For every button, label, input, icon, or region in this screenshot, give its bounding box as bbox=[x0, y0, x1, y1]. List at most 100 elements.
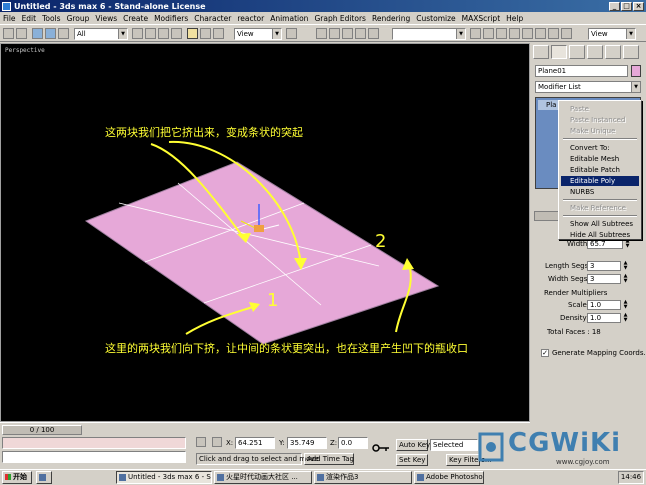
layer-manager-icon[interactable] bbox=[342, 28, 353, 39]
teapot-render-icon[interactable] bbox=[522, 28, 533, 39]
select-and-move-icon[interactable] bbox=[187, 28, 198, 39]
perspective-viewport[interactable]: Perspective 这两块我们把它挤出来，变成条状的突起 这里的两块我们向下… bbox=[0, 43, 530, 422]
select-and-scale-icon[interactable] bbox=[213, 28, 224, 39]
density-spinner[interactable]: 1.0 bbox=[587, 313, 621, 323]
menu-item-editable-poly[interactable]: Editable Poly bbox=[561, 176, 639, 186]
menu-tools[interactable]: Tools bbox=[42, 14, 60, 23]
menu-rendering[interactable]: Rendering bbox=[372, 14, 410, 23]
z-coord-field[interactable]: 0.0 bbox=[338, 437, 368, 449]
select-object-icon[interactable] bbox=[132, 28, 143, 39]
task-browser[interactable]: 火星时代动画大社区 ... bbox=[214, 471, 312, 484]
start-button[interactable]: 开始 bbox=[2, 471, 32, 484]
quick-render-icon[interactable] bbox=[496, 28, 507, 39]
scale-spinner[interactable]: 1.0 bbox=[587, 300, 621, 310]
menu-group[interactable]: Group bbox=[67, 14, 90, 23]
undo-icon[interactable] bbox=[3, 28, 14, 39]
menu-item-make-reference[interactable]: Make Reference bbox=[561, 203, 639, 213]
x-coord-field[interactable]: 64.251 bbox=[235, 437, 275, 449]
maxscript-listener-field[interactable] bbox=[2, 437, 186, 449]
spinner-arrows-icon[interactable]: ▲ ▼ bbox=[624, 239, 631, 249]
select-link-icon[interactable] bbox=[32, 28, 43, 39]
quick-launch-icon[interactable] bbox=[36, 471, 52, 484]
spinner-arrows-icon[interactable]: ▲ ▼ bbox=[622, 274, 629, 284]
window-crossing-icon[interactable] bbox=[171, 28, 182, 39]
modify-tab-icon[interactable] bbox=[551, 45, 567, 59]
system-tray-clock[interactable]: 14:46 bbox=[618, 471, 644, 484]
spinner-arrows-icon[interactable]: ▲ ▼ bbox=[622, 261, 629, 271]
lock-selection-icon[interactable] bbox=[196, 437, 206, 447]
length-segs-spinner[interactable]: 3 bbox=[587, 261, 621, 271]
activeshade-icon[interactable] bbox=[535, 28, 546, 39]
y-coord-field[interactable]: 35.749 bbox=[287, 437, 327, 449]
menu-help[interactable]: Help bbox=[506, 14, 523, 23]
object-name-field[interactable]: Plane01 bbox=[535, 65, 628, 77]
key-icon[interactable] bbox=[372, 443, 390, 455]
unlink-icon[interactable] bbox=[45, 28, 56, 39]
redo-icon[interactable] bbox=[16, 28, 27, 39]
spinner-arrows-icon[interactable]: ▲ ▼ bbox=[622, 300, 629, 310]
menu-item-show-all-subtrees[interactable]: Show All Subtrees bbox=[561, 219, 639, 229]
plane-mesh[interactable] bbox=[84, 161, 440, 345]
time-slider[interactable]: 0 / 100 bbox=[0, 422, 530, 436]
menu-item-editable-patch[interactable]: Editable Patch bbox=[561, 165, 639, 175]
schematic-view-icon[interactable] bbox=[368, 28, 379, 39]
key-filters-button[interactable]: Key Filters... bbox=[446, 454, 492, 466]
selected-dropdown[interactable]: Selected bbox=[430, 439, 478, 451]
menu-item-editable-mesh[interactable]: Editable Mesh bbox=[561, 154, 639, 164]
menu-item-paste-instanced[interactable]: Paste Instanced bbox=[561, 115, 639, 125]
render-last-icon[interactable] bbox=[548, 28, 559, 39]
minimize-button[interactable]: _ bbox=[609, 1, 620, 11]
pivot-center-icon[interactable] bbox=[286, 28, 297, 39]
add-time-tag-button[interactable]: Add Time Tag bbox=[304, 453, 354, 465]
absolute-mode-icon[interactable] bbox=[212, 437, 222, 447]
mirror-icon[interactable] bbox=[316, 28, 327, 39]
menu-animation[interactable]: Animation bbox=[270, 14, 308, 23]
width-segs-spinner[interactable]: 3 bbox=[587, 274, 621, 284]
set-key-button[interactable]: Set Key bbox=[396, 454, 428, 466]
modifier-list-dropdown[interactable]: Modifier List ▼ bbox=[535, 81, 641, 93]
utilities-tab-icon[interactable] bbox=[623, 45, 639, 59]
menu-item-nurbs[interactable]: NURBS bbox=[561, 187, 639, 197]
select-and-rotate-icon[interactable] bbox=[200, 28, 211, 39]
select-by-name-icon[interactable] bbox=[145, 28, 156, 39]
create-tab-icon[interactable] bbox=[533, 45, 549, 59]
menu-views[interactable]: Views bbox=[95, 14, 117, 23]
named-selection-dropdown[interactable]: ▼ bbox=[392, 28, 466, 40]
width-spinner[interactable]: 65.7 bbox=[587, 239, 623, 249]
task-folder[interactable]: 渲染作品3 bbox=[314, 471, 412, 484]
render-viewport-dropdown[interactable]: View ▼ bbox=[588, 28, 636, 40]
menu-reactor[interactable]: reactor bbox=[237, 14, 264, 23]
rectangle-selection-icon[interactable] bbox=[158, 28, 169, 39]
material-editor-icon[interactable] bbox=[470, 28, 481, 39]
menu-item-paste[interactable]: Paste bbox=[561, 104, 639, 114]
generate-mapping-checkbox[interactable]: ✓ bbox=[541, 349, 549, 357]
render-type-icon[interactable] bbox=[509, 28, 520, 39]
prompt-line-field[interactable] bbox=[2, 451, 186, 463]
task-3dsmax[interactable]: Untitled - 3ds max 6 - Sta... bbox=[116, 471, 212, 484]
task-photoshop[interactable]: Adobe Photoshop bbox=[414, 471, 484, 484]
object-color-swatch[interactable] bbox=[631, 65, 641, 77]
menu-maxscript[interactable]: MAXScript bbox=[462, 14, 501, 23]
motion-tab-icon[interactable] bbox=[587, 45, 603, 59]
maximize-button[interactable]: □ bbox=[621, 1, 632, 11]
menu-customize[interactable]: Customize bbox=[416, 14, 455, 23]
align-icon[interactable] bbox=[329, 28, 340, 39]
menu-graph-editors[interactable]: Graph Editors bbox=[314, 14, 366, 23]
menu-character[interactable]: Character bbox=[194, 14, 231, 23]
menu-item-make-unique[interactable]: Make Unique bbox=[561, 126, 639, 136]
close-button[interactable]: × bbox=[633, 1, 644, 11]
menu-create[interactable]: Create bbox=[123, 14, 148, 23]
auto-key-button[interactable]: Auto Key bbox=[396, 439, 430, 451]
hierarchy-tab-icon[interactable] bbox=[569, 45, 585, 59]
menu-edit[interactable]: Edit bbox=[22, 14, 37, 23]
time-slider-thumb[interactable]: 0 / 100 bbox=[2, 425, 82, 435]
spinner-arrows-icon[interactable]: ▲ ▼ bbox=[622, 313, 629, 323]
reference-coordinate-dropdown[interactable]: View ▼ bbox=[234, 28, 282, 40]
menu-modifiers[interactable]: Modifiers bbox=[154, 14, 188, 23]
bind-space-warp-icon[interactable] bbox=[58, 28, 69, 39]
menu-item-hide-all-subtrees[interactable]: Hide All Subtrees bbox=[561, 230, 639, 240]
render-scene-icon[interactable] bbox=[483, 28, 494, 39]
menu-file[interactable]: File bbox=[3, 14, 16, 23]
curve-editor-icon[interactable] bbox=[355, 28, 366, 39]
render-region-icon[interactable] bbox=[561, 28, 572, 39]
